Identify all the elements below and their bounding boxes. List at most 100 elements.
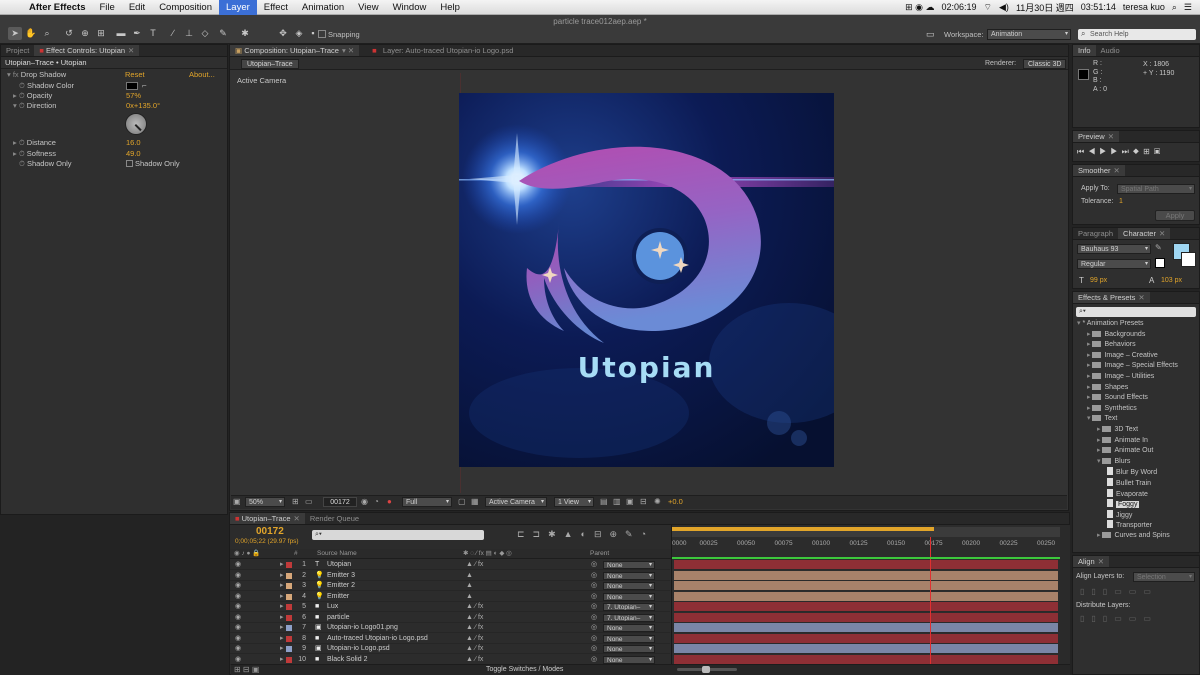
prop-direction[interactable]: ▾ ⏱ Direction <box>13 101 56 111</box>
align-buttons[interactable]: ▯▯▯▭▭▭ <box>1080 587 1158 596</box>
pickwhip-icon[interactable]: ◎ <box>591 634 597 644</box>
preset-item[interactable]: Transporter <box>1073 520 1152 531</box>
monitor-icon[interactable]: ▭ <box>926 29 935 40</box>
layer-row[interactable]: ◉ ▸ 4 💡 Emitter ▲ ◎ None <box>230 592 670 602</box>
timeline-icon[interactable]: ▣ <box>626 497 634 506</box>
tab-layer[interactable]: ■ Layer: Auto-traced Utopian-io Logo.psd <box>367 45 518 56</box>
safe-zones-icon[interactable]: ⊞ <box>292 497 299 506</box>
pickwhip-icon[interactable]: ◎ <box>591 623 597 633</box>
tolerance-value[interactable]: 1 <box>1119 198 1123 205</box>
expand-arrow-icon[interactable]: ▸ <box>280 571 284 581</box>
preset-item[interactable]: ▾ Text <box>1073 414 1117 425</box>
search-help-input[interactable]: Search Help <box>1078 29 1196 40</box>
tab-character[interactable]: Character ✕ <box>1118 228 1171 239</box>
prop-distance[interactable]: ▸ ⏱ Distance <box>13 138 56 148</box>
label-color-swatch[interactable] <box>286 583 292 589</box>
preset-item[interactable]: ▸ Synthetics <box>1073 404 1137 415</box>
layer-switch-icons[interactable]: ▲ ∕ fx <box>466 623 483 633</box>
preset-item[interactable]: ▸ Curves and Spins <box>1073 531 1170 542</box>
layer-switch-icons[interactable]: ▲ <box>466 571 473 581</box>
camera-select[interactable]: Active Camera <box>485 497 547 507</box>
parent-select[interactable]: None <box>603 624 655 632</box>
prop-softness[interactable]: ▸ ⏱ Softness <box>13 149 56 159</box>
layer-row[interactable]: ◉ ▸ 1 T Utopian ▲ ∕ fx ◎ None <box>230 560 670 570</box>
layer-duration-bar[interactable] <box>674 623 1058 633</box>
layer-row[interactable]: ◉ ▸ 8 ■ Auto-traced Utopian-io Logo.psd ▲ ∕ f… <box>230 634 670 644</box>
user-name[interactable]: teresa kuo <box>1123 2 1165 12</box>
preset-item[interactable]: ▾ Blurs <box>1073 457 1130 468</box>
exposure-value[interactable]: +0.0 <box>668 497 683 506</box>
pickwhip-icon[interactable]: ◎ <box>591 602 597 612</box>
layer-name[interactable]: Emitter 3 <box>327 571 355 581</box>
about-link[interactable]: About... <box>189 70 215 80</box>
composition-viewer[interactable]: Utopian <box>459 93 834 467</box>
tab-smoother[interactable]: Smoother ✕ <box>1073 165 1125 176</box>
mask-toggle-icon[interactable]: ▭ <box>305 497 313 506</box>
timeline-switch-icons[interactable]: ⊏⊐✱▲◐⊟⊕✎◔ <box>517 529 654 540</box>
toggle-pixel-icon[interactable]: ▤ <box>600 497 608 506</box>
volume-icon[interactable]: ◀) <box>999 2 1009 13</box>
status-icons[interactable]: ⊞ ◉ ☁ <box>905 2 934 13</box>
pickwhip-icon[interactable]: ◎ <box>591 644 597 654</box>
eye-icon[interactable]: ◉ <box>235 613 241 623</box>
menu-window[interactable]: Window <box>386 0 434 15</box>
time-ruler[interactable]: 0000 00025 00050 00075 00100 00125 00150 00175 0… <box>672 537 1060 559</box>
layer-switch-icons[interactable]: ▲ <box>466 581 473 591</box>
column-parent[interactable]: Parent <box>590 549 609 559</box>
pickwhip-icon[interactable]: ◎ <box>591 571 597 581</box>
eye-icon[interactable]: ◉ <box>235 655 241 665</box>
parent-select[interactable]: None <box>603 655 655 664</box>
zoom-tool-icon[interactable]: ⌕ <box>40 27 54 40</box>
parent-select[interactable]: 7. Utopian– <box>603 603 655 611</box>
parent-select[interactable]: 7. Utopian– <box>603 613 655 622</box>
prop-opacity[interactable]: ▸ ⏱ Opacity <box>13 91 52 101</box>
roto-brush-tool-icon[interactable]: ✎ <box>216 27 230 40</box>
expand-arrow-icon[interactable]: ▸ <box>280 655 284 665</box>
preset-item[interactable]: Jiggy <box>1073 509 1132 521</box>
preset-item[interactable]: Foggy <box>1073 499 1140 510</box>
layer-switch-icons[interactable]: ▲ ∕ fx <box>466 613 483 623</box>
layer-name[interactable]: Lux <box>327 602 338 612</box>
current-frame-field[interactable]: 00172 <box>323 497 357 507</box>
layer-duration-bar[interactable] <box>674 633 1058 644</box>
menu-effect[interactable]: Effect <box>257 0 295 15</box>
direction-value[interactable]: 0x+135.0° <box>126 101 160 111</box>
tab-audio[interactable]: Audio <box>1096 45 1125 56</box>
preset-item[interactable]: Blur By Word <box>1073 467 1157 478</box>
expand-arrow-icon[interactable]: ▸ <box>280 634 284 644</box>
expand-arrow-icon[interactable]: ▸ <box>280 623 284 633</box>
workspace-select[interactable]: Animation <box>987 29 1071 40</box>
layer-switch-icons[interactable]: ▲ ∕ fx <box>466 634 483 644</box>
tab-effect-controls[interactable]: ■ Effect Controls: Utopian ✕ <box>34 45 140 56</box>
transparency-grid-icon[interactable]: ▦ <box>471 497 479 506</box>
layer-name[interactable]: Utopian-io Logo.psd <box>327 644 390 654</box>
layer-name[interactable]: Black Solid 2 <box>327 655 367 665</box>
label-color-swatch[interactable] <box>286 604 292 610</box>
layer-row[interactable]: ◉ ▸ 3 💡 Emitter 2 ▲ ◎ None <box>230 581 670 591</box>
spotlight-icon[interactable]: ⌕ <box>1172 2 1177 13</box>
expand-arrow-icon[interactable]: ▸ <box>280 581 284 591</box>
pickwhip-icon[interactable]: ◎ <box>591 613 597 623</box>
parent-select[interactable]: None <box>603 582 655 590</box>
app-menu[interactable]: After Effects <box>22 0 93 15</box>
preset-item[interactable]: ▸ Image – Utilities <box>1073 372 1154 383</box>
tab-timeline[interactable]: ■ Utopian–Trace ✕ <box>230 513 305 524</box>
stroke-color-swatch[interactable] <box>1181 252 1196 267</box>
font-size-value[interactable]: 99 px <box>1090 277 1107 284</box>
tab-preview[interactable]: Preview ✕ <box>1073 131 1119 142</box>
preset-item[interactable]: ▸ Sound Effects <box>1073 393 1148 404</box>
timeline-search-input[interactable]: ⌕▾ <box>312 530 484 540</box>
snapping-checkbox[interactable] <box>318 30 326 38</box>
tab-project[interactable]: Project <box>1 45 34 56</box>
label-color-swatch[interactable] <box>286 572 292 579</box>
expand-arrow-icon[interactable]: ▸ <box>280 592 284 602</box>
menu-view[interactable]: View <box>351 0 385 15</box>
leading-value[interactable]: 103 px <box>1161 277 1182 284</box>
menu-edit[interactable]: Edit <box>122 0 152 15</box>
parent-select[interactable]: None <box>603 561 655 569</box>
tab-align[interactable]: Align ✕ <box>1073 556 1109 567</box>
wifi-icon[interactable]: ⌔ <box>984 2 992 13</box>
region-of-interest-icon[interactable]: ▢ <box>458 497 466 506</box>
white-swatch[interactable] <box>1155 258 1165 268</box>
pickwhip-icon[interactable]: ◎ <box>591 592 597 602</box>
